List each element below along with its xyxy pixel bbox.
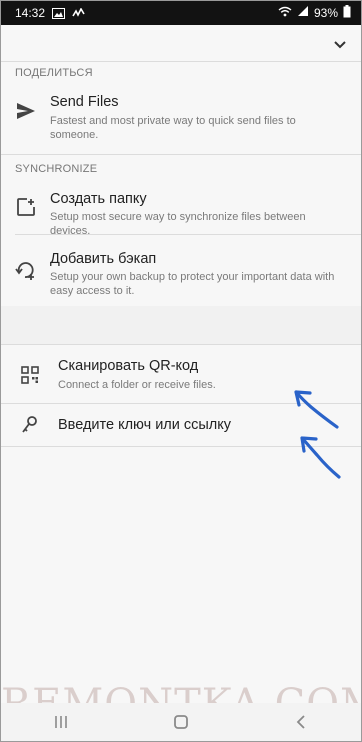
qr-code-icon (19, 364, 41, 386)
chevron-down-icon (334, 41, 346, 49)
item-subtitle: Fastest and most private way to quick se… (50, 115, 296, 141)
item-subtitle: Setup your own backup to protect your im… (50, 271, 335, 297)
gallery-icon (52, 7, 66, 19)
sync-activity-icon (72, 7, 86, 19)
send-files-item[interactable]: Send Files Fastest and most private way … (1, 85, 361, 141)
recent-apps-icon (55, 716, 67, 728)
battery-icon (343, 5, 351, 21)
send-icon (15, 100, 37, 122)
add-folder-icon (15, 196, 37, 218)
battery-percent: 93% (313, 6, 338, 20)
item-title: Введите ключ или ссылку (58, 417, 232, 433)
divider (1, 61, 361, 62)
annotation-arrow-icon (300, 436, 341, 479)
section-spacer (1, 306, 361, 344)
annotation-arrow-icon (294, 390, 339, 429)
status-bar: 14:32 93% (1, 1, 361, 25)
navigation-bar (1, 703, 361, 741)
signal-icon (297, 6, 309, 20)
item-title: Добавить бэкап (50, 251, 157, 267)
home-button[interactable] (161, 707, 201, 737)
share-section-header: ПОДЕЛИТЬСЯ (15, 67, 93, 79)
collapse-button[interactable] (329, 34, 351, 56)
create-folder-item[interactable]: Создать папку Setup most secure way to s… (1, 181, 361, 237)
back-button[interactable] (281, 707, 321, 737)
sync-section-header: SYNCHRONIZE (15, 163, 98, 175)
item-title: Создать папку (50, 191, 147, 207)
phone-screen: 14:32 93% ПОДЕЛИТЬСЯ Send Files Fastest … (0, 0, 362, 742)
divider (1, 154, 361, 155)
divider (15, 234, 361, 235)
backup-icon (15, 259, 37, 281)
key-icon (19, 414, 41, 436)
wifi-icon (278, 6, 292, 20)
add-backup-item[interactable]: Добавить бэкап Setup your own backup to … (1, 241, 361, 303)
home-icon (174, 715, 188, 729)
recent-apps-button[interactable] (41, 707, 81, 737)
item-title: Сканировать QR-код (58, 358, 199, 374)
back-icon (296, 715, 305, 729)
status-time: 14:32 (15, 6, 46, 20)
item-title: Send Files (50, 94, 119, 110)
